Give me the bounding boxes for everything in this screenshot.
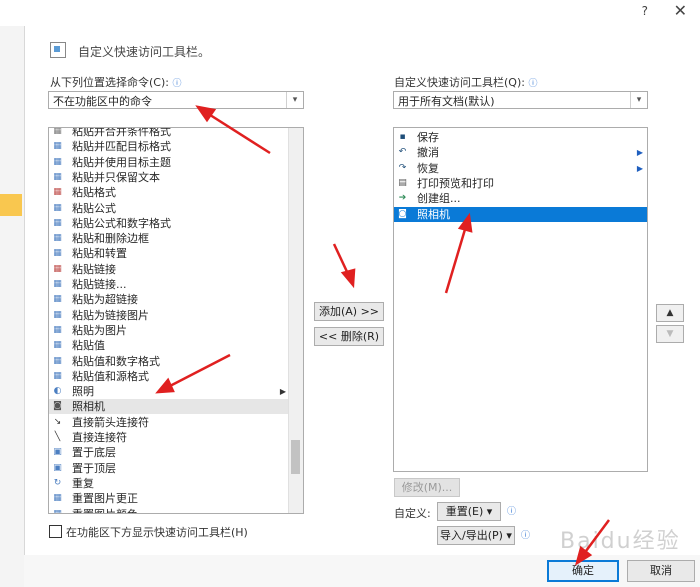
annotation-arrow: [167, 353, 231, 389]
annotation-arrowhead: [340, 268, 356, 289]
annotation-arrowhead: [457, 212, 473, 233]
annotation-arrow: [581, 519, 611, 556]
annotation-arrowhead: [155, 377, 175, 394]
annotation-arrow: [444, 225, 468, 294]
annotation-arrow: [206, 111, 271, 155]
annotation-overlay: [155, 105, 611, 566]
annotation-arrowhead: [195, 105, 217, 123]
